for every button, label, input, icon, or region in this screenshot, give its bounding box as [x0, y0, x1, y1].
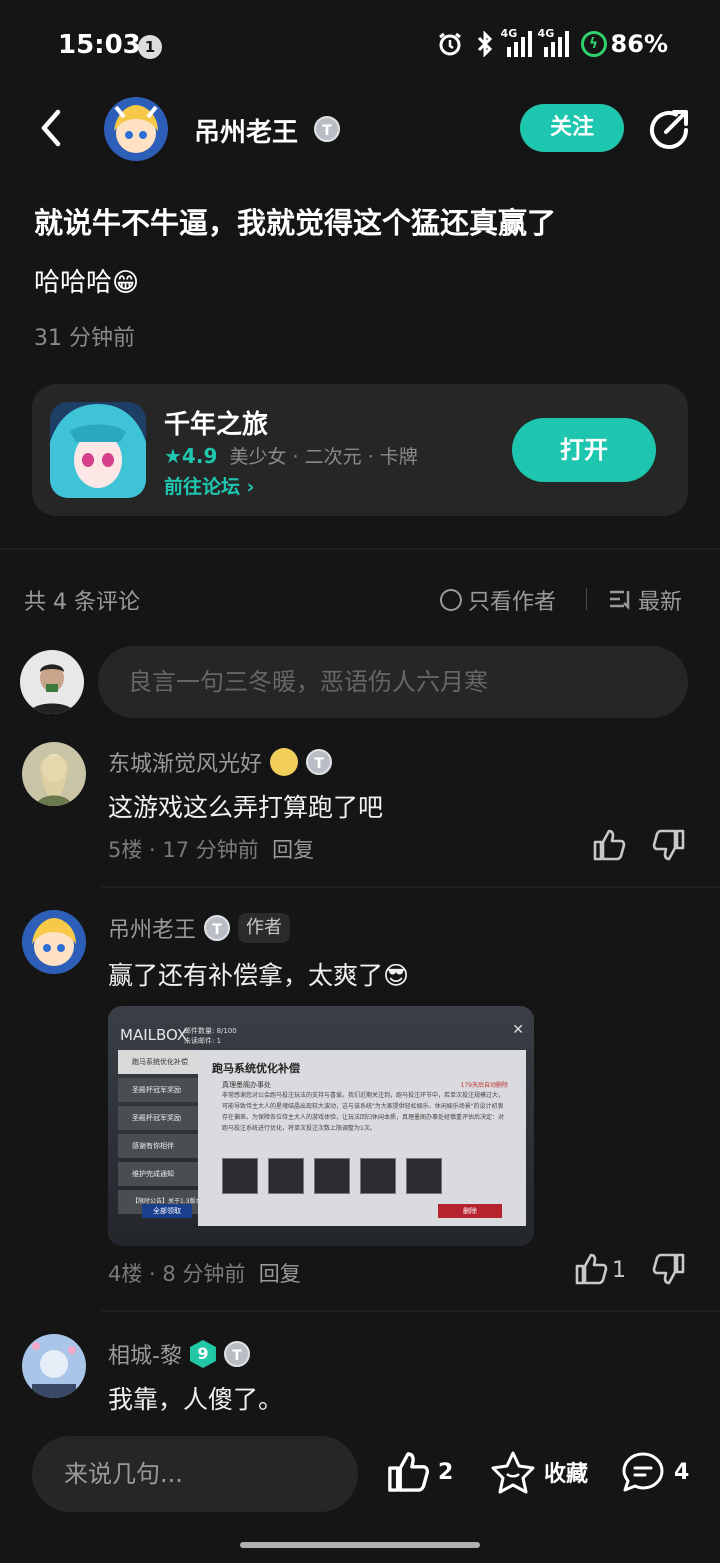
bluetooth-icon — [477, 31, 492, 57]
user-badge-icon: T — [223, 1341, 250, 1367]
reply-link[interactable]: 回复 — [272, 838, 314, 862]
author-tag: 作者 — [238, 913, 291, 943]
sticker-badge-icon — [270, 748, 299, 776]
game-rating: ★4.9 — [164, 444, 218, 468]
author-name[interactable]: 吊州老王 — [194, 112, 298, 149]
like-icon[interactable] — [574, 1252, 608, 1286]
post-like-button[interactable]: 2 — [386, 1450, 453, 1494]
claim-all-button: 全部领取 — [142, 1204, 192, 1218]
user-badge-icon: T — [314, 116, 340, 142]
commenter-name[interactable]: 吊州老王 T 作者 — [108, 912, 291, 944]
comment-icon — [622, 1452, 664, 1492]
comment-count: 共 4 条评论 — [24, 590, 140, 615]
game-tags: 美少女 · 二次元 · 卡牌 — [229, 446, 418, 468]
like-icon — [388, 1452, 430, 1492]
commenter-name[interactable]: 相城-黎 9 T — [108, 1338, 250, 1370]
user-badge-icon: T — [306, 749, 333, 775]
mail-expire: 179天后自动删除 — [460, 1082, 508, 1089]
post-title: 就说牛不牛逼，我就觉得这个猛还真赢了 — [34, 206, 557, 240]
close-icon: ✕ — [512, 1022, 524, 1038]
comment-input[interactable]: 良言一句三冬暖，恶语伤人六月寒 — [98, 646, 688, 718]
open-game-button[interactable]: 打开 — [512, 418, 656, 482]
reward-item-icon — [268, 1158, 304, 1194]
post-header: 吊州老王 T 关注 — [0, 92, 720, 168]
commenter-name[interactable]: 东城渐觉风光好 T — [108, 746, 333, 778]
battery-charging-icon: ϟ — [580, 31, 607, 57]
reward-item-icon — [360, 1158, 396, 1194]
reply-input[interactable]: 来说几句... — [32, 1436, 358, 1512]
game-icon — [50, 402, 146, 498]
mail-list-item: 感谢有你相伴 — [118, 1134, 198, 1158]
status-bar: 15:03 1 4G 4G ϟ 86% — [0, 0, 720, 92]
mail-list-item: 跑马系统优化补偿 — [118, 1050, 198, 1074]
my-avatar — [20, 650, 84, 714]
comment-meta: 4楼 · 8 分钟前 回复 — [108, 1262, 301, 1286]
battery-indicator: ϟ 86% — [580, 30, 668, 58]
game-meta: ★4.9 美少女 · 二次元 · 卡牌 — [164, 442, 418, 469]
status-time: 15:03 — [58, 30, 141, 60]
only-author-toggle[interactable]: 只看作者 — [440, 584, 556, 616]
commenter-avatar[interactable] — [22, 742, 86, 806]
reward-items — [222, 1158, 442, 1194]
game-name: 千年之旅 — [164, 410, 269, 440]
home-indicator — [240, 1542, 480, 1548]
like-icon[interactable] — [592, 828, 626, 862]
reward-item-icon — [222, 1158, 258, 1194]
status-icons: 4G 4G ϟ 86% — [437, 27, 668, 58]
mail-body: 非常感谢您对公会跑马投注玩法的支持与喜爱。我们近期关注到，跑马投注环节中，若单次… — [222, 1092, 505, 1132]
dislike-icon[interactable] — [652, 1252, 686, 1286]
dislike-icon[interactable] — [652, 828, 686, 862]
mail-count: 邮件数量: 8/100 未读邮件: 1 — [184, 1027, 237, 1045]
game-forum-link[interactable]: 前往论坛 › — [164, 472, 254, 499]
reply-link[interactable]: 回复 — [259, 1262, 301, 1286]
comments-button[interactable]: 4 — [620, 1450, 689, 1494]
post-body: 哈哈哈😁 — [34, 268, 140, 298]
comment-text: 这游戏这么弄打算跑了吧 — [108, 793, 384, 822]
header-separator — [586, 588, 587, 610]
user-badge-icon: T — [204, 915, 231, 941]
signal-icon-1: 4G — [501, 27, 532, 57]
mail-list-item: 圣殿杯冠军奖励 — [118, 1078, 198, 1102]
notification-count-badge: 1 — [138, 35, 162, 59]
follow-button[interactable]: 关注 — [520, 104, 624, 152]
mail-list-item: 维护完成通知 — [118, 1162, 198, 1186]
level-badge-icon: 9 — [189, 1340, 216, 1368]
favorite-label: 收藏 — [544, 1462, 589, 1487]
mail-title: 跑马系统优化补偿 — [212, 1062, 300, 1075]
mailbox-title: MAILBOX — [120, 1026, 188, 1044]
like-count: 1 — [612, 1258, 626, 1283]
commenter-avatar[interactable] — [22, 1334, 86, 1398]
comment-meta: 5楼 · 17 分钟前 回复 — [108, 838, 315, 862]
comments-count: 4 — [674, 1459, 690, 1485]
radio-circle-icon — [440, 589, 462, 611]
commenter-avatar[interactable] — [22, 910, 86, 974]
mail-list-item: 圣殿杯冠军奖励 — [118, 1106, 198, 1130]
alarm-icon — [438, 32, 461, 56]
delete-mail-button: 删除 — [438, 1204, 502, 1218]
sort-icon — [610, 590, 630, 611]
comment-image[interactable]: MAILBOX 邮件数量: 8/100 未读邮件: 1 跑马系统优化补偿 圣殿杯冠… — [108, 1006, 534, 1246]
reward-item-icon — [406, 1158, 442, 1194]
mail-list: 跑马系统优化补偿 圣殿杯冠军奖励 圣殿杯冠军奖励 感谢有你相伴 维护完成通知 【… — [118, 1050, 198, 1220]
reward-item-icon — [314, 1158, 350, 1194]
sort-toggle[interactable]: 最新 — [608, 584, 682, 616]
comment-divider — [102, 886, 720, 888]
section-divider — [0, 548, 720, 550]
author-avatar[interactable] — [104, 97, 168, 161]
comment-text: 我靠，人傻了。 — [108, 1385, 284, 1414]
star-icon — [491, 1451, 535, 1494]
signal-icon-2: 4G — [538, 27, 569, 57]
post-like-count: 2 — [438, 1459, 454, 1485]
favorite-button[interactable]: 收藏 — [490, 1450, 588, 1494]
back-arrow-icon[interactable] — [32, 106, 72, 150]
bottom-action-bar: 来说几句... 2 收藏 4 — [0, 1414, 720, 1563]
battery-percent: 86% — [610, 30, 668, 58]
comment-divider — [102, 1310, 720, 1312]
mail-sender: 真理墨阁办事处 — [222, 1081, 271, 1089]
post-timestamp: 31 分钟前 — [34, 326, 135, 351]
mail-panel: 跑马系统优化补偿 真理墨阁办事处 179天后自动删除 非常感谢您对公会跑马投注玩… — [198, 1050, 526, 1226]
share-icon[interactable] — [646, 106, 692, 152]
game-card[interactable]: 千年之旅 ★4.9 美少女 · 二次元 · 卡牌 前往论坛 › 打开 — [32, 384, 688, 516]
comment-text: 赢了还有补偿拿，太爽了😎 — [108, 961, 410, 990]
